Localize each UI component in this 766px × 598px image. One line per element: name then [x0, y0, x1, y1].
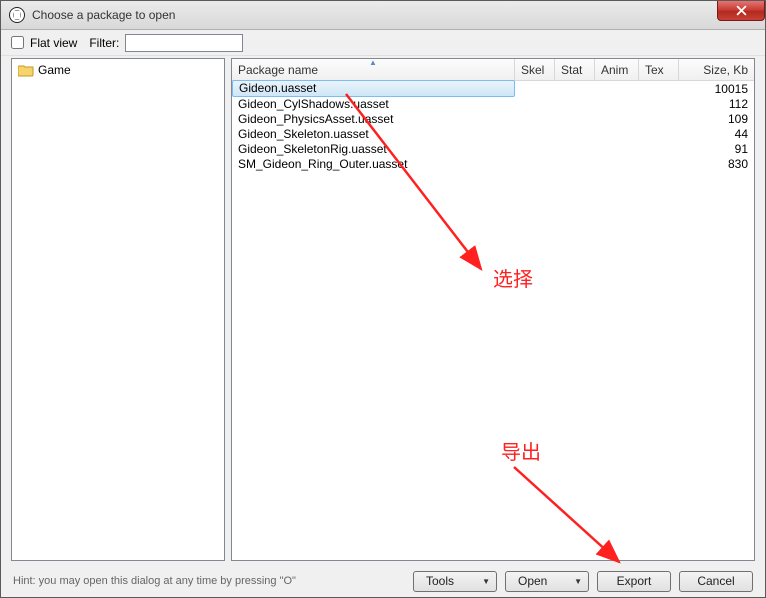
cancel-button-label: Cancel	[697, 574, 734, 588]
col-stat-label: Stat	[561, 63, 582, 77]
flat-view-checkbox[interactable]	[11, 36, 24, 49]
col-size[interactable]: Size, Kb	[679, 59, 754, 80]
cell-size: 112	[679, 97, 754, 111]
list-panel: Package name ▲ Skel Stat Anim Tex Size, …	[231, 58, 755, 561]
col-package-label: Package name	[238, 63, 318, 77]
cell-size: 109	[679, 112, 754, 126]
footer: Hint: you may open this dialog at any ti…	[1, 565, 765, 597]
col-skel-label: Skel	[521, 63, 544, 77]
hint-text: Hint: you may open this dialog at any ti…	[13, 575, 405, 587]
col-anim-label: Anim	[601, 63, 628, 77]
tree-item-game[interactable]: Game	[14, 61, 222, 79]
list-header: Package name ▲ Skel Stat Anim Tex Size, …	[232, 59, 754, 81]
table-row[interactable]: Gideon_CylShadows.uasset 112	[232, 96, 754, 111]
app-icon	[9, 7, 25, 23]
filter-bar: Flat view Filter:	[1, 30, 765, 56]
filter-label: Filter:	[89, 36, 119, 50]
cancel-button[interactable]: Cancel	[679, 571, 753, 592]
titlebar: Choose a package to open	[1, 1, 765, 30]
chevron-down-icon: ▼	[482, 577, 490, 586]
cell-name: SM_Gideon_Ring_Outer.uasset	[232, 157, 515, 171]
table-row[interactable]: SM_Gideon_Ring_Outer.uasset 830	[232, 156, 754, 171]
cell-size: 91	[679, 142, 754, 156]
tree-item-label: Game	[38, 63, 71, 77]
list-body[interactable]: Gideon.uasset10015Gideon_CylShadows.uass…	[232, 81, 754, 560]
col-skel[interactable]: Skel	[515, 59, 555, 80]
table-row[interactable]: Gideon_PhysicsAsset.uasset 109	[232, 111, 754, 126]
main-area: Game Package name ▲ Skel Stat Anim Tex S…	[1, 56, 765, 565]
cell-name: Gideon_SkeletonRig.uasset	[232, 142, 515, 156]
cell-name: Gideon_CylShadows.uasset	[232, 97, 515, 111]
cell-name: Gideon_Skeleton.uasset	[232, 127, 515, 141]
folder-icon	[18, 63, 34, 77]
cell-size: 10015	[679, 82, 754, 96]
chevron-down-icon: ▼	[574, 577, 582, 586]
col-stat[interactable]: Stat	[555, 59, 595, 80]
table-row[interactable]: Gideon_SkeletonRig.uasset 91	[232, 141, 754, 156]
export-button-label: Export	[617, 574, 652, 588]
col-tex-label: Tex	[645, 63, 664, 77]
col-size-label: Size, Kb	[703, 63, 748, 77]
cell-size: 44	[679, 127, 754, 141]
close-button[interactable]	[717, 1, 765, 21]
col-anim[interactable]: Anim	[595, 59, 639, 80]
cell-size: 830	[679, 157, 754, 171]
table-row[interactable]: Gideon.uasset 10015	[232, 81, 754, 96]
tools-button-label: Tools	[426, 574, 454, 588]
filter-input[interactable]	[125, 34, 243, 52]
export-button[interactable]: Export	[597, 571, 671, 592]
col-package[interactable]: Package name ▲	[232, 59, 515, 80]
sort-indicator-icon: ▲	[369, 60, 377, 66]
tree-panel[interactable]: Game	[11, 58, 225, 561]
dialog-window: Choose a package to open Flat view Filte…	[0, 0, 766, 598]
window-title: Choose a package to open	[32, 8, 175, 22]
cell-name: Gideon_PhysicsAsset.uasset	[232, 112, 515, 126]
close-icon	[736, 5, 747, 16]
tools-button[interactable]: Tools ▼	[413, 571, 497, 592]
open-button-label: Open	[518, 574, 547, 588]
cell-name: Gideon.uasset	[232, 80, 515, 97]
col-tex[interactable]: Tex	[639, 59, 679, 80]
flat-view-label: Flat view	[30, 36, 77, 50]
table-row[interactable]: Gideon_Skeleton.uasset 44	[232, 126, 754, 141]
open-button[interactable]: Open ▼	[505, 571, 589, 592]
